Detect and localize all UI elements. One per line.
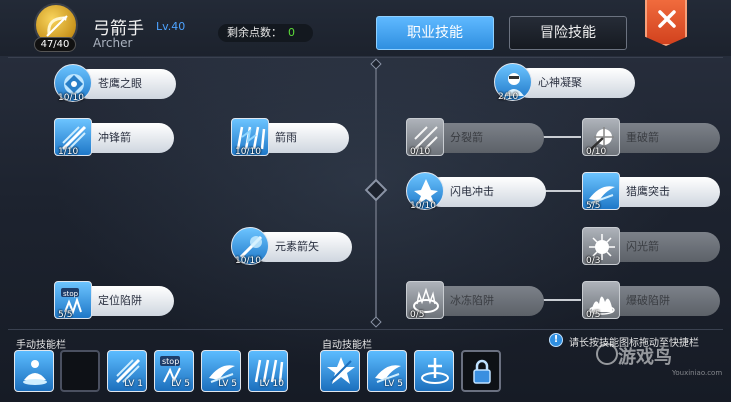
remaining-points-value: 0	[288, 26, 295, 39]
slot-level: LV 10	[259, 379, 285, 389]
skill-level: 10/10	[235, 147, 261, 157]
bow-icon	[46, 15, 68, 37]
auto-slot-1[interactable]	[320, 350, 360, 392]
skill-level: 10/10	[410, 201, 436, 211]
manual-slot-3[interactable]: LV 1	[107, 350, 147, 392]
skill-level: 1/10	[58, 147, 79, 157]
manual-slot-1[interactable]	[14, 350, 54, 392]
skill-level: 0/3	[586, 256, 601, 266]
watermark-logo-icon	[596, 343, 618, 365]
manual-skillbar-label: 手动技能栏	[16, 340, 66, 351]
tab-class-skills[interactable]: 职业技能	[376, 16, 494, 50]
info-icon: !	[549, 333, 563, 347]
skill-level: 5/5	[58, 310, 73, 320]
auto-slot-3[interactable]	[414, 350, 454, 392]
class-english-name: Archer	[93, 36, 133, 50]
skill-level: 2/10	[498, 92, 519, 102]
manual-slot-4[interactable]: stop LV 5	[154, 350, 194, 392]
skill-screen: 47/40 弓箭手 Lv.40 Archer 剩余点数： 0 职业技能 冒险技能 …	[0, 0, 731, 402]
slot-level: LV 5	[171, 379, 190, 389]
close-button[interactable]	[645, 0, 687, 46]
skill-level: 5/5	[586, 201, 601, 211]
header: 47/40 弓箭手 Lv.40 Archer 剩余点数： 0 职业技能 冒险技能	[0, 0, 731, 56]
skill-level: 0/10	[586, 147, 607, 157]
target-aura-icon	[421, 358, 449, 384]
skill-name: 闪电冲击	[426, 177, 546, 207]
auto-slot-2[interactable]: LV 5	[367, 350, 407, 392]
svg-text:stop: stop	[63, 290, 79, 298]
skill-level: 0/5	[410, 310, 425, 320]
lock-icon	[473, 359, 491, 384]
class-level: Lv.40	[156, 20, 186, 33]
slot-level: LV 1	[124, 379, 143, 389]
manual-slot-6[interactable]: LV 10	[248, 350, 288, 392]
skill-name: 心神凝聚	[514, 68, 635, 98]
slot-level: LV 5	[218, 379, 237, 389]
skill-level: 10/10	[235, 256, 261, 266]
tab-adventure-skills[interactable]: 冒险技能	[509, 16, 627, 50]
svg-text:stop: stop	[162, 357, 179, 366]
auto-slot-4-locked[interactable]	[461, 350, 501, 392]
skill-level: 0/5	[586, 310, 601, 320]
close-icon	[658, 10, 676, 28]
meditate-icon	[23, 360, 47, 385]
manual-slot-2-empty[interactable]	[60, 350, 100, 392]
watermark-sub: Youxiniao.com	[672, 369, 723, 377]
buff-burst-icon	[327, 357, 355, 384]
manual-slot-5[interactable]: LV 5	[201, 350, 241, 392]
skill-points-badge: 47/40	[34, 37, 76, 52]
slot-level: LV 5	[384, 379, 403, 389]
skill-level: 0/10	[410, 147, 431, 157]
remaining-points: 剩余点数： 0	[218, 24, 313, 42]
auto-skillbar-label: 自动技能栏	[322, 340, 372, 351]
remaining-points-label: 剩余点数：	[227, 26, 282, 39]
watermark: 游戏鸟	[618, 347, 672, 368]
skill-level: 10/10	[58, 93, 84, 103]
